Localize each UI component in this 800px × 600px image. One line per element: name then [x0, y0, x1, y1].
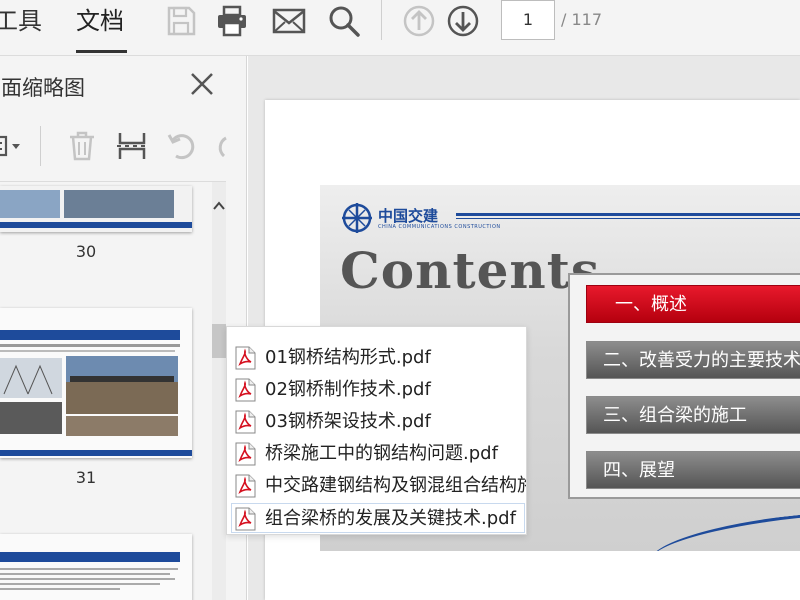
close-icon[interactable]	[190, 72, 214, 96]
menu-tools[interactable]: 工具	[0, 6, 42, 36]
thumbnail-label-30: 30	[75, 242, 97, 261]
attachment-item[interactable]: 桥梁施工中的钢结构问题.pdf	[235, 439, 526, 469]
scroll-up-icon[interactable]	[212, 198, 226, 214]
thumbnail-page-31[interactable]	[0, 308, 192, 458]
page-total: / 117	[561, 10, 603, 29]
panel-title: 页面缩略图	[0, 76, 85, 100]
undo-icon[interactable]	[166, 130, 198, 162]
redo-icon[interactable]	[214, 130, 228, 162]
panel-tools-separator	[40, 126, 41, 166]
toolbar-separator	[381, 0, 382, 40]
contents-box: 一、概述 二、改善受力的主要技术 三、组合梁的施工 四、展望	[568, 273, 800, 499]
slide-title: Contents	[340, 241, 601, 300]
pdf-file-icon	[235, 474, 256, 498]
contents-item-2: 二、改善受力的主要技术	[586, 341, 800, 379]
pdf-file-icon	[235, 346, 256, 370]
arrow-up-icon[interactable]	[402, 4, 436, 38]
attachment-name: 02钢桥制作技术.pdf	[265, 379, 431, 400]
attachment-item[interactable]: 中交路建钢结构及钢混组合结构施	[235, 471, 527, 501]
arrow-down-icon[interactable]	[446, 4, 480, 38]
thumbnail-panel: 页面缩略图 30	[0, 56, 247, 600]
main-toolbar: 工具 文档 1 / 117	[0, 0, 800, 56]
attachment-item[interactable]: 02钢桥制作技术.pdf	[235, 375, 526, 405]
crop-icon[interactable]	[116, 130, 148, 162]
thumbnail-scrollbar[interactable]	[212, 182, 226, 600]
panel-tools-border	[0, 181, 226, 182]
decorative-swoosh	[647, 499, 800, 551]
logo-subtext: CHINA COMMUNICATIONS CONSTRUCTION	[378, 224, 501, 230]
trash-icon[interactable]	[66, 130, 98, 162]
attachment-item[interactable]: 01钢桥结构形式.pdf	[235, 343, 526, 373]
search-icon[interactable]	[327, 4, 361, 38]
page-number-input[interactable]: 1	[501, 0, 555, 40]
company-logo-icon	[342, 203, 372, 233]
pdf-file-icon	[235, 410, 256, 434]
logo-text: 中国交建	[378, 207, 439, 225]
contents-item-1: 一、概述	[586, 285, 800, 323]
thumbnail-page-32[interactable]	[0, 534, 192, 600]
attachment-item-selected[interactable]: 组合梁桥的发展及关键技术.pdf	[231, 503, 525, 533]
thumbnail-image	[0, 308, 192, 458]
attachment-name: 中交路建钢结构及钢混组合结构施	[265, 475, 527, 496]
attachment-list: 01钢桥结构形式.pdf 02钢桥制作技术.pdf 03钢桥架设技术.pdf 桥…	[226, 326, 527, 535]
active-menu-indicator	[76, 50, 127, 53]
scrollbar-thumb[interactable]	[212, 324, 226, 358]
attachment-item[interactable]: 03钢桥架设技术.pdf	[235, 407, 526, 437]
header-line	[456, 213, 800, 216]
contents-item-4: 四、展望	[586, 451, 800, 489]
attachment-name: 03钢桥架设技术.pdf	[265, 411, 431, 432]
pdf-file-icon	[235, 442, 256, 466]
print-icon[interactable]	[215, 4, 249, 38]
save-icon[interactable]	[164, 4, 198, 38]
header-line-thin	[456, 218, 800, 219]
contents-item-3: 三、组合梁的施工	[586, 396, 800, 434]
attachment-name: 桥梁施工中的钢结构问题.pdf	[265, 443, 498, 464]
thumbnail-image	[0, 186, 192, 232]
attachment-name: 组合梁桥的发展及关键技术.pdf	[265, 508, 516, 529]
menu-document[interactable]: 文档	[76, 6, 124, 36]
pdf-file-icon	[235, 378, 256, 402]
thumbnail-label-31: 31	[75, 468, 97, 487]
thumbnail-image	[0, 534, 192, 600]
pdf-file-icon	[235, 507, 256, 531]
attachment-name: 01钢桥结构形式.pdf	[265, 347, 431, 368]
thumbnail-page-30[interactable]	[0, 186, 192, 232]
mail-icon[interactable]	[272, 4, 306, 38]
page-options-icon[interactable]	[0, 130, 28, 162]
